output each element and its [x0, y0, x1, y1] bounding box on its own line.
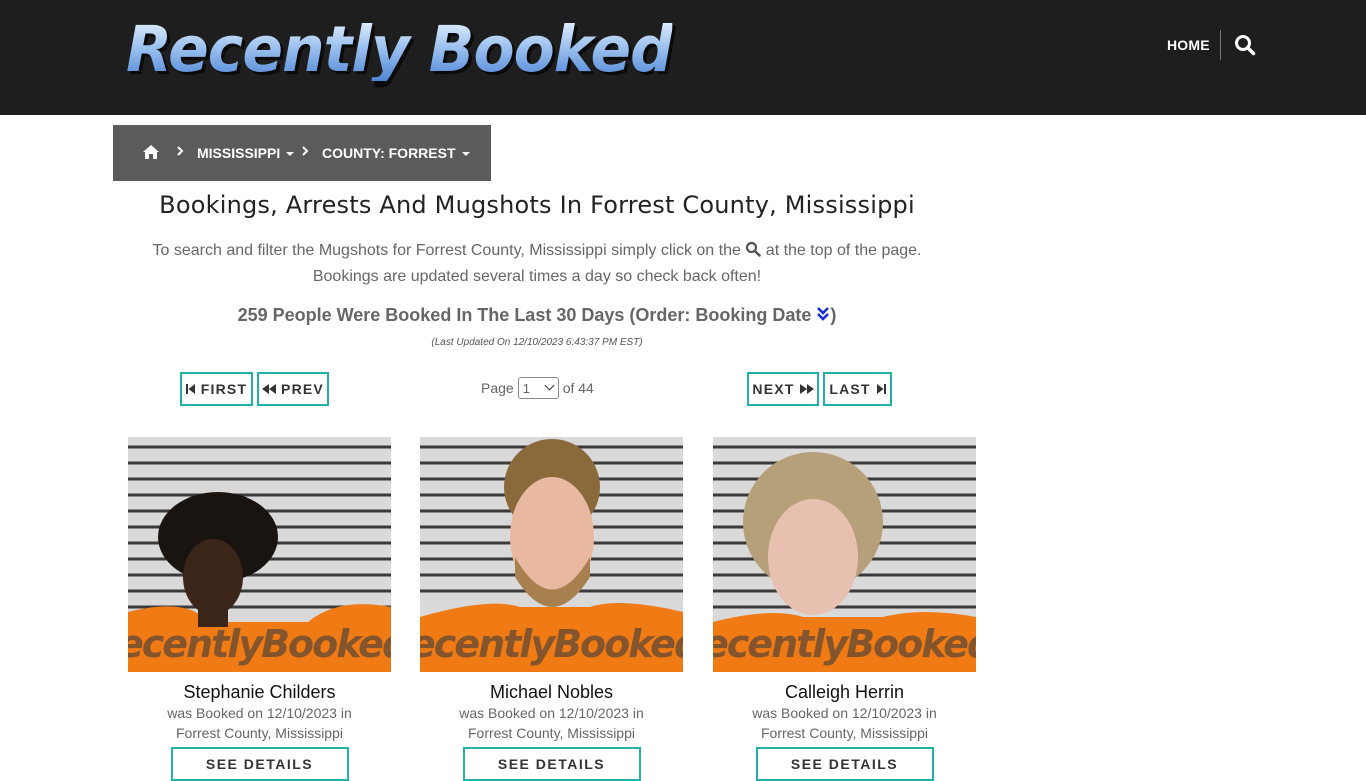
intro-text-after: at the top of the page.: [765, 242, 922, 259]
booking-card: ecentlyBooked.co Calleigh Herrin was Boo…: [713, 437, 976, 781]
see-details-button[interactable]: SEE DETAILS: [462, 747, 641, 781]
see-details-button[interactable]: SEE DETAILS: [755, 747, 934, 781]
breadcrumb-state-label: MISSISSIPPI: [197, 145, 281, 161]
booked-info-line2: Forrest County, Mississippi: [175, 725, 343, 741]
booking-card: ecentlyBooked.co Stephanie Childers was …: [128, 437, 391, 781]
watermark: ecentlyBooked.co: [420, 622, 683, 666]
select-arrow-icon: [544, 380, 555, 391]
last-label: LAST: [829, 381, 871, 397]
intro-text-line2: Bookings are updated several times a day…: [312, 268, 762, 285]
booked-info-line1: was Booked on 12/10/2023 in: [167, 705, 352, 721]
person-name[interactable]: Calleigh Herrin: [713, 682, 976, 703]
intro-text: To search and filter the Mugshots for Fo…: [113, 238, 961, 290]
booking-count-text: 259 People Were Booked In The Last 30 Da…: [237, 305, 812, 325]
breadcrumb: MISSISSIPPI COUNTY: FORREST: [113, 125, 491, 181]
page-label: Page: [481, 380, 514, 396]
nav-home-link[interactable]: HOME: [1167, 37, 1210, 53]
caret-down-icon: [461, 152, 470, 157]
page-total: of 44: [562, 380, 594, 396]
first-label: FIRST: [200, 381, 248, 397]
caret-down-icon: [286, 152, 295, 157]
breadcrumb-state-dropdown[interactable]: MISSISSIPPI: [197, 145, 295, 161]
see-details-button[interactable]: SEE DETAILS: [170, 747, 349, 781]
prev-page-button[interactable]: PREV: [257, 372, 329, 406]
backward-icon: [262, 384, 277, 394]
chevron-right-icon: [176, 144, 184, 161]
last-updated: (Last Updated On 12/10/2023 6:43:37 PM E…: [431, 337, 643, 348]
page-select-value: 1: [522, 380, 530, 396]
person-name[interactable]: Stephanie Childers: [128, 682, 391, 703]
home-icon[interactable]: [142, 144, 160, 162]
site-logo[interactable]: Recently Booked: [126, 18, 673, 81]
first-icon: [185, 384, 195, 394]
mugshot-image[interactable]: ecentlyBooked.co: [420, 437, 683, 672]
last-icon: [876, 384, 886, 394]
nav-divider: [1220, 30, 1221, 60]
page-title: Bookings, Arrests And Mugshots In Forres…: [159, 191, 915, 219]
intro-text-before: To search and filter the Mugshots for Fo…: [152, 242, 741, 259]
next-page-button[interactable]: NEXT: [747, 372, 819, 406]
booked-info-line1: was Booked on 12/10/2023 in: [752, 705, 937, 721]
booking-card: ecentlyBooked.co Michael Nobles was Book…: [420, 437, 683, 781]
first-page-button[interactable]: FIRST: [180, 372, 253, 406]
breadcrumb-county-label: COUNTY: FORREST: [322, 145, 456, 161]
search-icon[interactable]: [1234, 34, 1256, 56]
sort-order-icon[interactable]: [816, 306, 830, 322]
search-icon: [745, 240, 762, 257]
next-label: NEXT: [752, 381, 795, 397]
person-name[interactable]: Michael Nobles: [420, 682, 683, 703]
booked-info-line1: was Booked on 12/10/2023 in: [459, 705, 644, 721]
page-selector: Page 1 of 44: [481, 377, 594, 399]
booked-info-line2: Forrest County, Mississippi: [760, 725, 928, 741]
booking-count-close: ): [830, 305, 837, 325]
watermark: ecentlyBooked.co: [128, 622, 391, 666]
chevron-right-icon: [301, 144, 309, 161]
booked-info-line2: Forrest County, Mississippi: [467, 725, 635, 741]
breadcrumb-county-dropdown[interactable]: COUNTY: FORREST: [322, 145, 470, 161]
booking-count: 259 People Were Booked In The Last 30 Da…: [113, 305, 961, 326]
page-select[interactable]: 1: [517, 377, 559, 399]
last-page-button[interactable]: LAST: [823, 372, 892, 406]
top-navbar: Recently Booked Recently Booked HOME: [0, 0, 1366, 115]
mugshot-image[interactable]: ecentlyBooked.co: [713, 437, 976, 672]
prev-label: PREV: [281, 381, 324, 397]
mugshot-image[interactable]: ecentlyBooked.co: [128, 437, 391, 672]
watermark: ecentlyBooked.co: [713, 622, 976, 666]
forward-icon: [799, 384, 814, 394]
